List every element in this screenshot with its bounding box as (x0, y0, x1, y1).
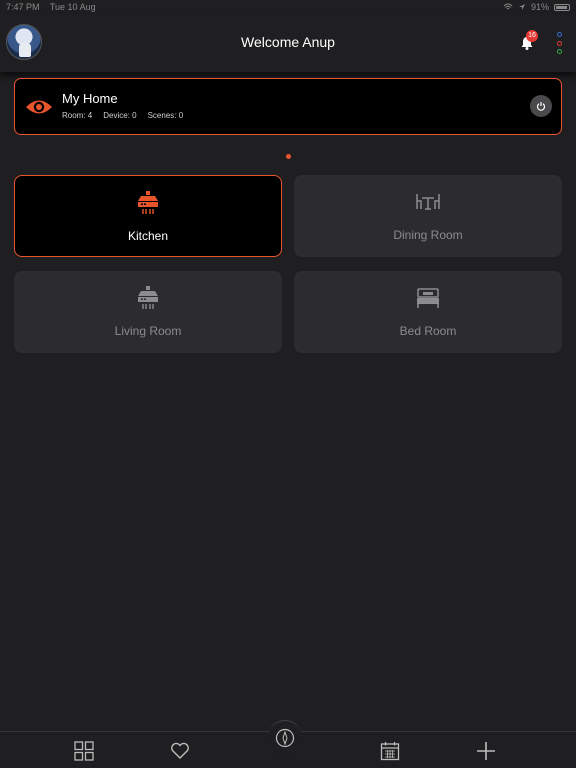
kitchen-hood-icon (138, 191, 158, 214)
scene-count: Scenes: 0 (147, 111, 184, 120)
home-stats: Room: 4 Device: 0 Scenes: 0 (62, 111, 183, 120)
room-label: Kitchen (127, 229, 169, 243)
dining-table-icon (416, 194, 440, 210)
power-button[interactable] (530, 95, 552, 117)
battery-icon (554, 3, 570, 11)
room-card-dining-room[interactable]: Dining Room (294, 175, 562, 257)
grid-icon[interactable] (74, 741, 94, 761)
page-title: Welcome Anup (241, 34, 335, 50)
battery-percent: 91% (530, 2, 549, 12)
notification-badge: 16 (526, 30, 538, 42)
room-label: Bed Room (399, 324, 457, 338)
room-card-living-room[interactable]: Living Room (14, 271, 282, 353)
calendar-icon[interactable] (380, 741, 400, 761)
room-count: Room: 4 (62, 111, 93, 120)
device-count: Device: 0 (103, 111, 137, 120)
status-time: 7:47 PM (6, 2, 40, 12)
compass-icon (275, 728, 295, 747)
compass-button[interactable] (268, 720, 302, 754)
heart-icon[interactable] (170, 741, 190, 761)
room-label: Living Room (114, 324, 182, 338)
kitchen-hood-icon (138, 286, 158, 309)
plus-icon[interactable] (476, 741, 496, 761)
power-icon (536, 102, 546, 111)
home-card[interactable]: My Home Room: 4 Device: 0 Scenes: 0 (14, 78, 562, 135)
page-indicator (286, 154, 291, 159)
room-label: Dining Room (393, 228, 463, 242)
home-name: My Home (62, 91, 118, 106)
room-card-bed-room[interactable]: Bed Room (294, 271, 562, 353)
room-card-kitchen[interactable]: Kitchen (14, 175, 282, 257)
bed-icon (417, 288, 439, 308)
wifi-icon (503, 3, 513, 10)
status-date: Tue 10 Aug (49, 2, 96, 12)
status-bar: 7:47 PM Tue 10 Aug 91% (0, 0, 576, 14)
app-header: Welcome Anup 16 (0, 14, 576, 72)
more-menu-icon[interactable] (556, 32, 562, 54)
eye-icon (26, 100, 52, 114)
location-icon (518, 4, 525, 10)
